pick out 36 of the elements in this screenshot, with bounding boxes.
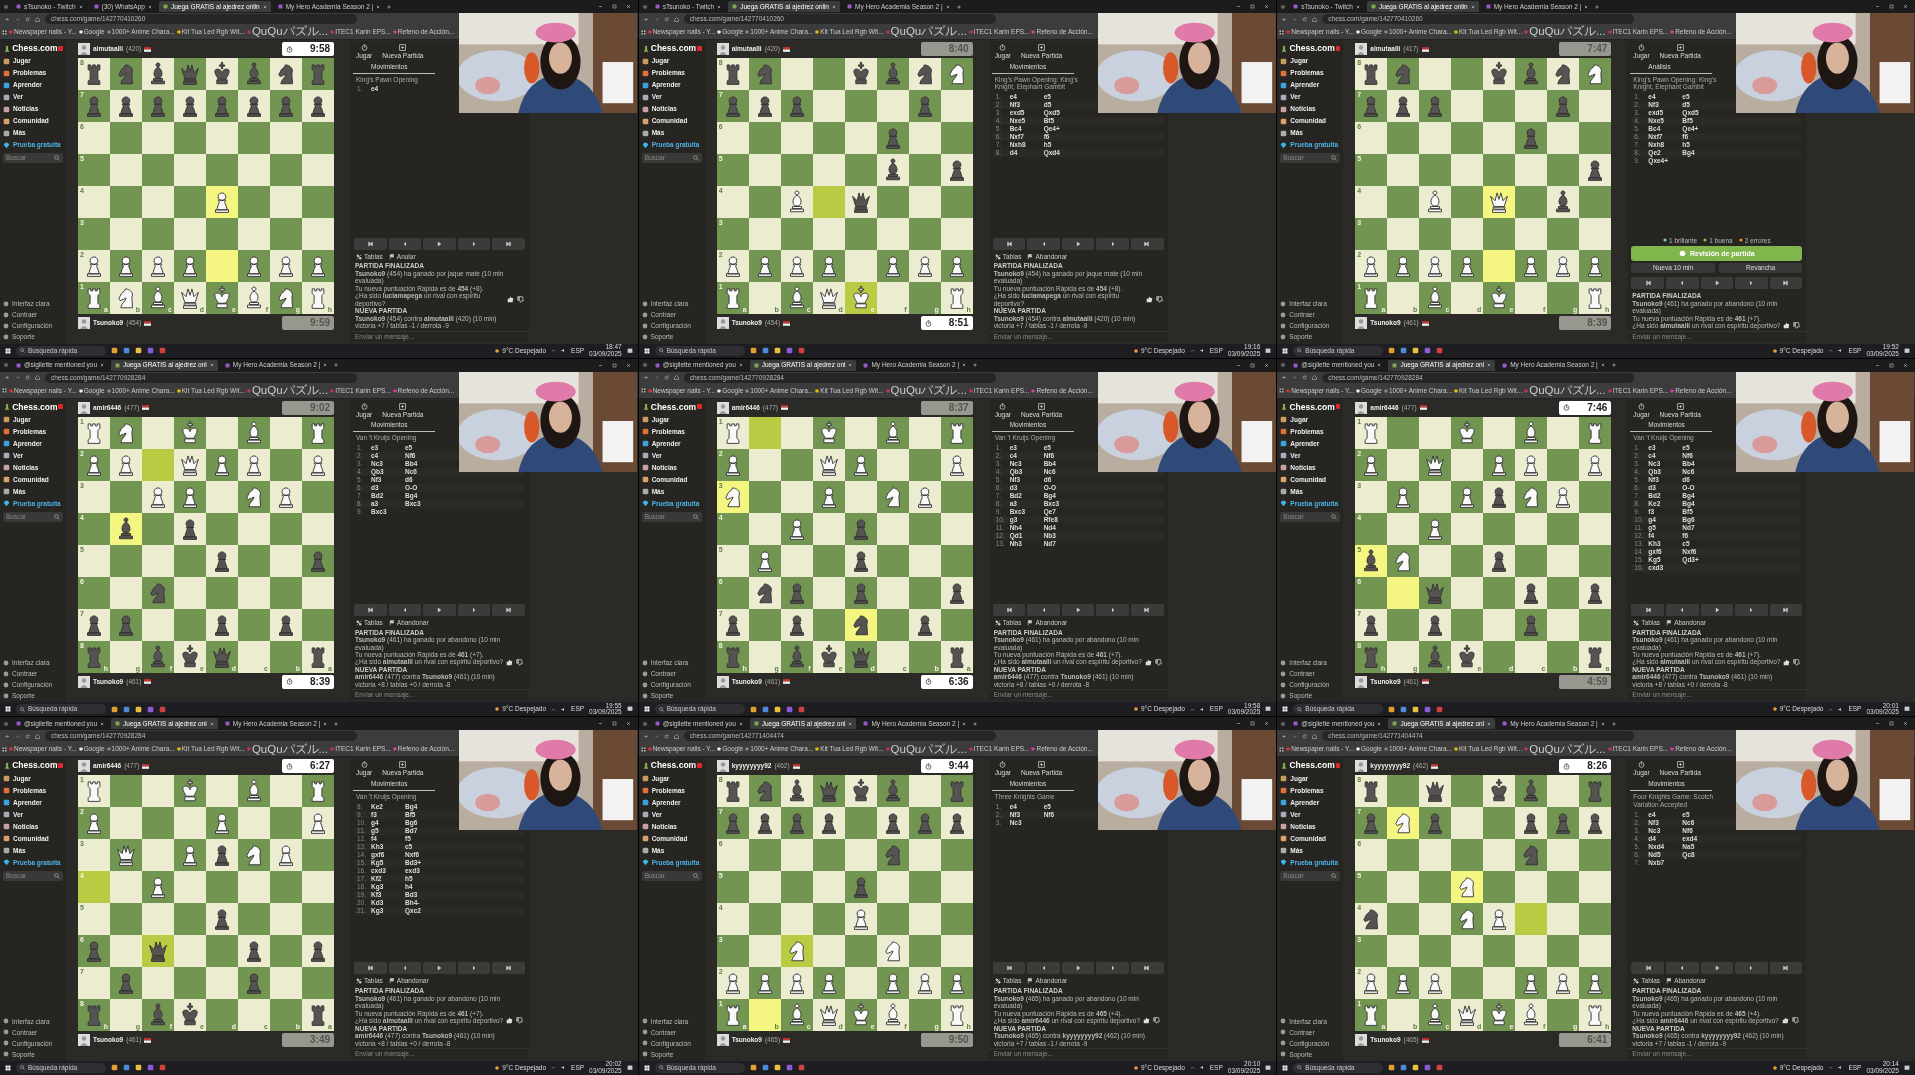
clock-time: 8:39 — [1587, 317, 1608, 329]
site-logo[interactable]: Chess.com — [650, 760, 697, 771]
clock-time: 8:40 — [948, 43, 969, 55]
bookmark[interactable]: QuQuパズル... — [885, 384, 967, 398]
clock-time: 6:27 — [310, 760, 330, 773]
clock-time: 9:44 — [948, 760, 969, 773]
clock-time: 9:59 — [310, 317, 330, 329]
clock-time: 6:41 — [1587, 1034, 1608, 1047]
site-logo[interactable]: Chess.com — [12, 401, 58, 412]
bookmark[interactable]: QuQuパズル... — [1524, 742, 1606, 756]
site-logo[interactable]: Chess.com — [12, 43, 58, 54]
site-logo[interactable]: Chess.com — [1289, 401, 1335, 412]
bookmark[interactable]: QuQuパズル... — [246, 384, 329, 398]
clock-time: 8:39 — [310, 675, 330, 688]
bookmark[interactable]: QuQuパズル... — [885, 742, 967, 756]
site-logo[interactable]: Chess.com — [650, 401, 697, 412]
site-logo[interactable]: Chess.com — [650, 43, 697, 54]
site-logo[interactable]: Chess.com — [1289, 43, 1335, 54]
bookmark[interactable]: QuQuパズル... — [885, 25, 967, 39]
clock-time: 9:50 — [948, 1034, 969, 1047]
bookmark[interactable]: QuQuパズル... — [1524, 384, 1606, 398]
clock-time: 4:59 — [1587, 675, 1608, 688]
bookmark[interactable]: QuQuパズル... — [246, 25, 329, 39]
clock-time: 7:46 — [1587, 401, 1608, 414]
clock-time: 6:36 — [948, 675, 969, 688]
clock-time: 3:49 — [310, 1034, 330, 1047]
clock-time: 9:58 — [310, 43, 330, 55]
clock-time: 8:26 — [1587, 760, 1608, 773]
site-logo[interactable]: Chess.com — [1289, 760, 1335, 771]
clock-time: 9:02 — [310, 401, 330, 414]
bookmark[interactable]: QuQuパズル... — [1524, 25, 1606, 39]
clock-time: 8:51 — [948, 317, 969, 329]
clock-time: 8:37 — [948, 401, 969, 414]
clock-time: 7:47 — [1587, 43, 1608, 55]
bookmark[interactable]: QuQuパズル... — [246, 742, 329, 756]
site-logo[interactable]: Chess.com — [12, 760, 58, 771]
